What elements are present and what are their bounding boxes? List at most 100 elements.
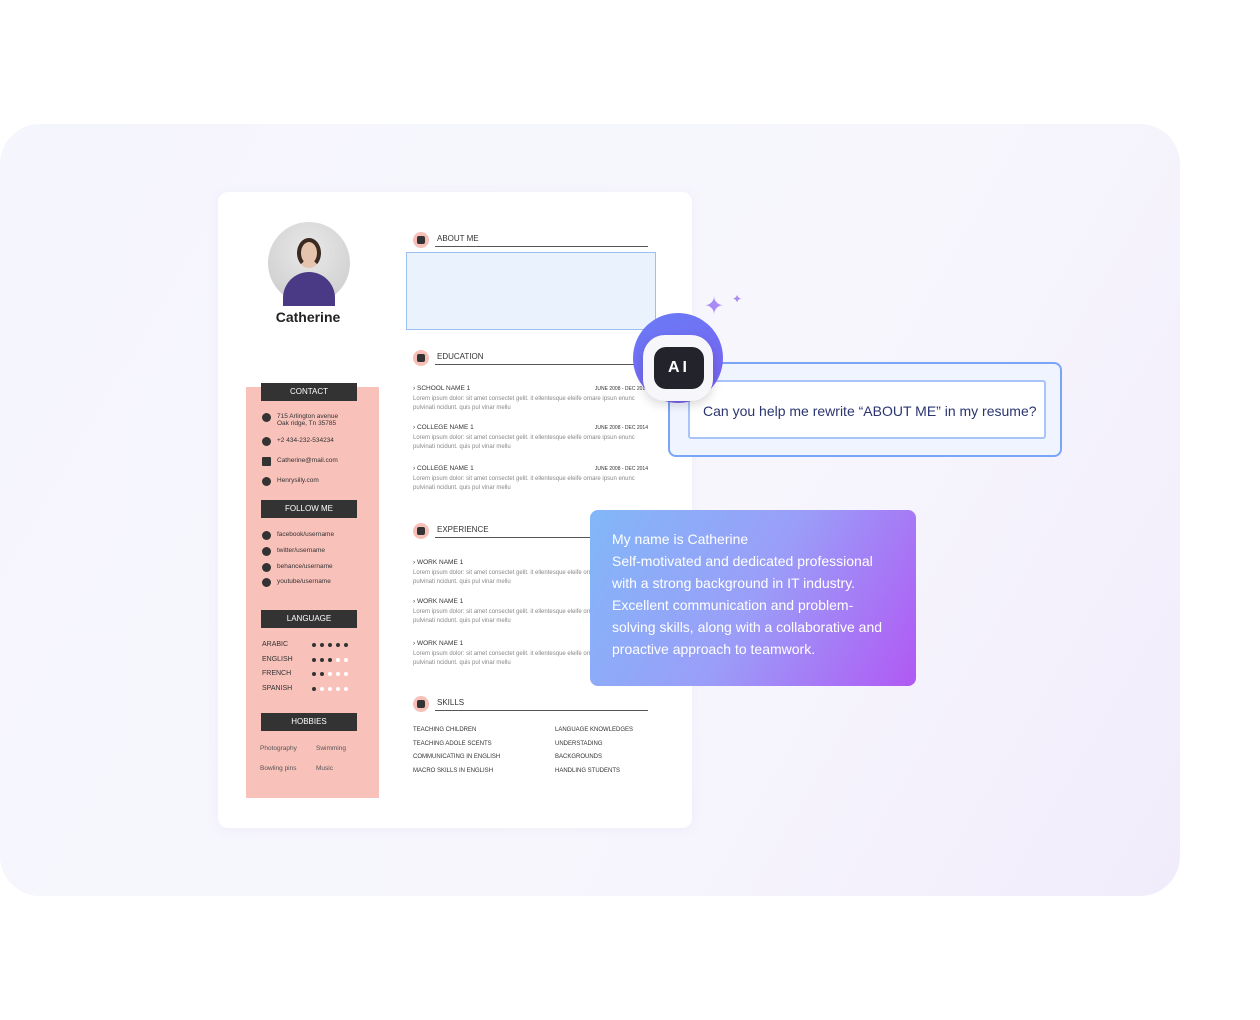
email-text: Catherine@mail.com [277,457,338,464]
about-me-highlight[interactable] [406,252,656,330]
level-dot [328,672,332,676]
section-title: EDUCATION [437,352,484,361]
level-dot [320,672,324,676]
language-level [312,641,348,647]
level-dot [320,657,324,662]
contact-heading: CONTACT [261,383,357,401]
contact-phone: +2 434-232-534234 [262,437,334,446]
globe-icon [262,477,271,486]
language-name: FRENCH [262,670,292,677]
hobbies-heading: HOBBIES [261,713,357,731]
section-title: ABOUT ME [437,234,479,243]
level-dot [328,686,332,691]
phone-icon [262,437,271,446]
hobby: Photography [260,745,297,752]
level-dot [336,672,340,676]
level-dot [312,672,316,676]
resume-name: Catherine [275,309,341,325]
level-dot [312,686,316,691]
entry-date: JUNE 2008 - DEC 2014 [594,425,648,431]
social-text: facebook/username [277,531,335,538]
sparkle-icon: ✦ [704,293,725,320]
skill: MACRO SKILLS IN ENGLISH [413,767,494,774]
resume-sidebar: CONTACT 715 Arlington avenue Oak ridge, T… [246,383,379,798]
entry-title: COLLEGE NAME 1 [416,465,474,472]
reply-line: Excellent communication and problem-solv… [612,597,883,657]
follow-heading: FOLLOW ME [261,500,357,518]
entry-title: SCHOOL NAME 1 [416,385,471,392]
sparkle-small-icon: ✦ [732,292,743,306]
skill: BACKGROUNDS [555,754,603,761]
ai-badge: AI [654,347,704,389]
skills-left: TEACHING CHILDREN TEACHING ADOLE SCENTS CO… [413,724,500,778]
social-behance: behance/username [262,563,333,572]
language-row: SPANISH [262,685,362,692]
entry-title: WORK NAME 1 [416,598,464,605]
skill: TEACHING ADOLE SCENTS [413,740,492,747]
address-line: Oak ridge, Tn 35785 [277,420,337,427]
social-text: twitter/username [277,547,326,554]
hobby: Music [316,765,333,772]
address-line: 715 Arlington avenue [277,413,339,420]
skills-right: LANGUAGE KNOWLEDGES UNDERSTADING BACKGROUN… [555,724,633,778]
level-dot [336,643,340,647]
language-level [312,685,348,691]
language-row: ENGLISH [262,656,362,663]
section-title: SKILLS [437,698,465,707]
section-title: EXPERIENCE [437,525,489,534]
youtube-icon [262,578,271,587]
social-youtube: youtube/username [262,578,331,587]
phone-text: +2 434-232-534234 [277,437,334,444]
twitter-icon [262,547,271,556]
level-dot [344,686,348,691]
reply-line: My name is Catherine [612,531,749,547]
language-heading: LANGUAGE [261,610,357,628]
social-twitter: twitter/username [262,547,325,556]
level-dot [336,657,340,662]
entry-description: Lorem ipsum dolor: sit amet consectet ge… [413,476,635,491]
behance-icon [262,563,271,572]
entry-date: JUNE 2008 - DEC 2014 [594,466,648,472]
education-entry: › COLLEGE NAME 1 JUNE 2008 - DEC 2014 Lore… [413,465,648,492]
skill: UNDERSTADING [555,740,603,747]
level-dot [320,643,324,647]
website-text: Henrysilly.com [277,477,319,484]
facebook-icon [262,531,271,540]
education-entry: › SCHOOL NAME 1 JUNE 2008 - DEC 2014 Lorem… [413,385,648,412]
contact-website: Henrysilly.com [262,477,319,486]
language-level [312,656,348,662]
level-dot [344,657,348,662]
entry-date: JUNE 2008 - DEC 2014 [594,386,648,392]
education-entry: › COLLEGE NAME 1 JUNE 2008 - DEC 2014 Lore… [413,424,648,451]
chat-prompt-bubble[interactable]: Can you help me rewrite “ABOUT ME” in my… [688,380,1046,439]
level-dot [336,686,340,691]
location-pin-icon [262,413,271,422]
language-row: ARABIC [262,641,362,648]
contact-address: 715 Arlington avenue Oak ridge, Tn 35785 [262,413,338,427]
profile-photo [268,222,350,306]
skill: LANGUAGE KNOWLEDGES [555,727,634,733]
level-dot [344,672,348,676]
entry-title: WORK NAME 1 [416,559,464,566]
skill: HANDLING STUDENTS [555,767,621,774]
hobby: Bowling pins [260,765,297,772]
language-level [312,670,348,676]
level-dot [328,643,332,647]
entry-description: Lorem ipsum dolor: sit amet consectet ge… [413,396,635,411]
social-facebook: facebook/username [262,531,334,540]
language-row: FRENCH [262,670,362,677]
level-dot [312,643,316,647]
person-icon [413,232,429,248]
graduation-cap-icon [413,350,429,366]
skill: TEACHING CHILDREN [413,727,477,733]
language-name: ARABIC [262,641,289,648]
skill: COMMUNICATING IN ENGLISH [413,754,501,761]
briefcase-icon [413,523,429,539]
entry-title: WORK NAME 1 [416,640,464,647]
level-dot [344,643,348,647]
ai-reply-card: My name is Catherine Self-motivated and … [590,510,916,686]
level-dot [320,686,324,691]
entry-title: COLLEGE NAME 1 [416,424,474,431]
language-name: ENGLISH [262,655,293,663]
social-text: behance/username [277,563,333,570]
